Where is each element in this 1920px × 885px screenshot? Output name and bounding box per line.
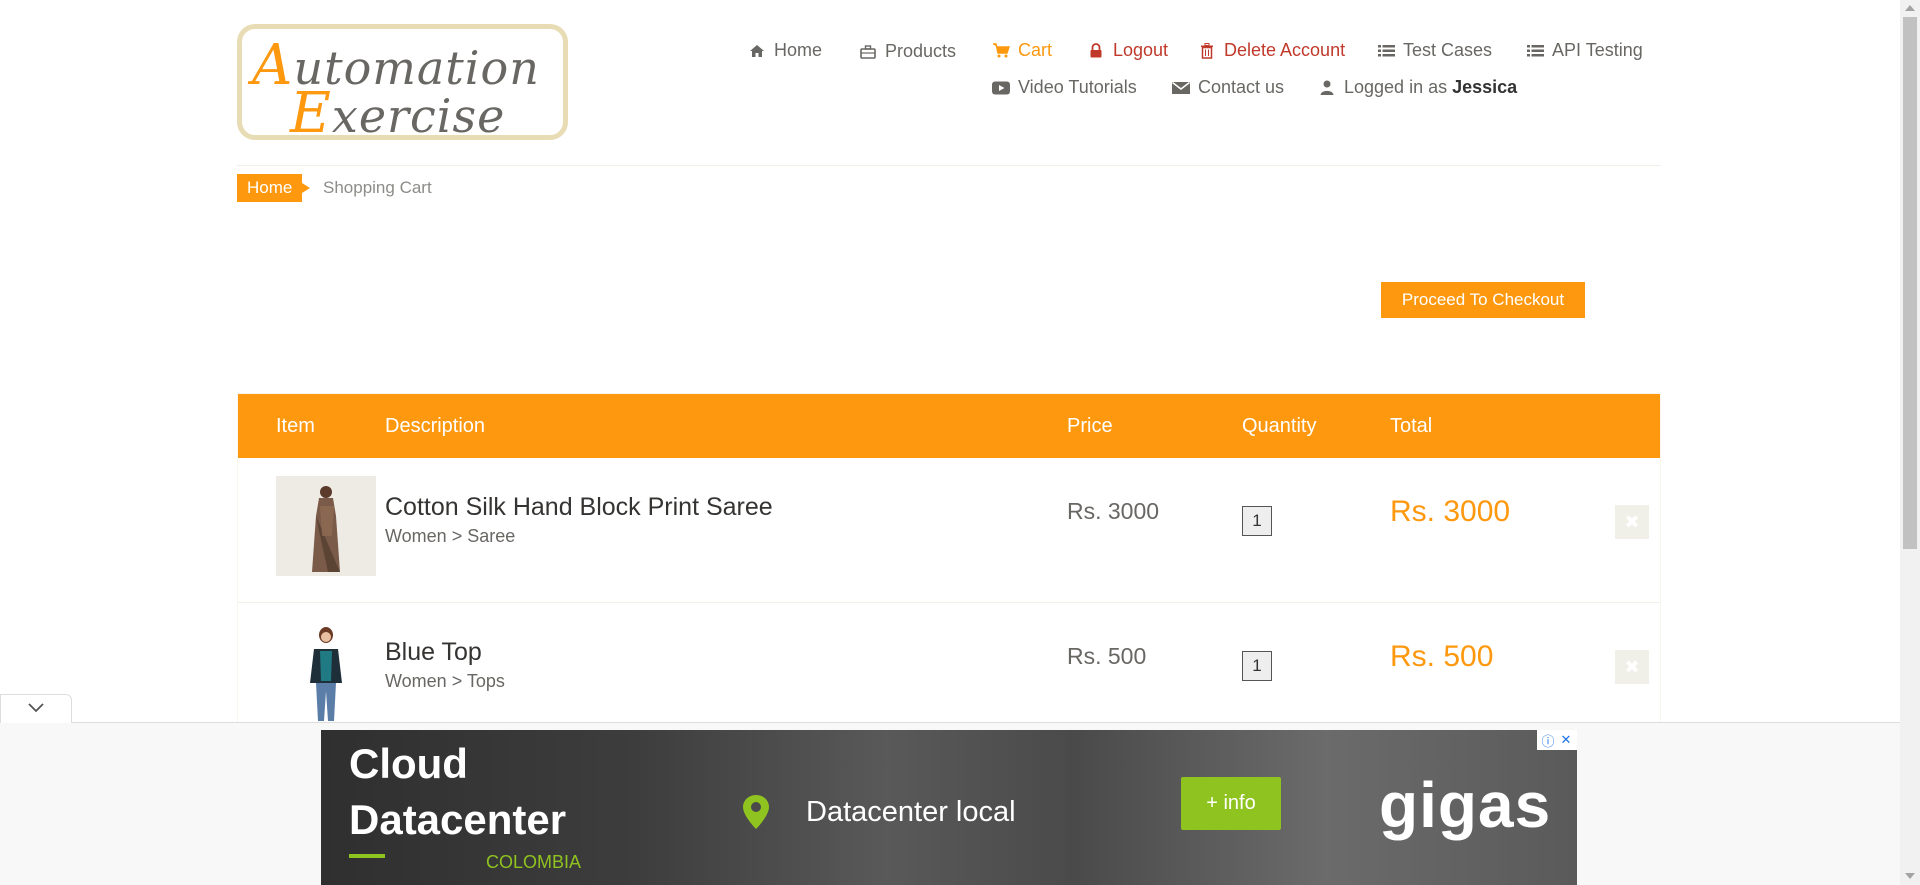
product-image-saree[interactable] <box>276 476 376 576</box>
breadcrumb-current: Shopping Cart <box>323 178 432 197</box>
page-scrollbar[interactable] <box>1900 0 1920 885</box>
table-row: Blue Top Women > Tops Rs. 500 1 Rs. 500 … <box>238 603 1660 722</box>
list-icon <box>1526 42 1544 60</box>
nav-delete-account[interactable]: Delete Account <box>1198 40 1345 61</box>
ad-banner[interactable]: Cloud Datacenter COLOMBIA Datacenter loc… <box>321 730 1577 885</box>
ad-info-button[interactable]: + info <box>1181 777 1281 830</box>
site-logo[interactable]: Automation Exercise <box>237 24 568 146</box>
close-icon: ✖ <box>1624 657 1640 677</box>
header-total: Total <box>1390 415 1433 437</box>
chevron-down-icon <box>28 700 44 718</box>
trash-icon <box>1198 42 1216 60</box>
close-icon[interactable]: ✕ <box>1558 732 1574 748</box>
nav-home[interactable]: Home <box>748 40 822 61</box>
nav-cart[interactable]: Cart <box>992 40 1052 61</box>
scroll-down-icon[interactable] <box>1905 873 1915 879</box>
list-icon <box>1377 42 1395 60</box>
ad-accent-dash <box>349 854 385 858</box>
header-price: Price <box>1067 415 1113 437</box>
ad-divider <box>0 722 1900 723</box>
location-pin-icon <box>741 794 771 835</box>
breadcrumb-home[interactable]: Home <box>237 174 311 202</box>
ad-choices[interactable]: ⓘ ✕ <box>1537 730 1577 750</box>
scroll-up-icon[interactable] <box>1905 5 1915 11</box>
product-category: Women > Tops <box>385 671 505 691</box>
quantity-display: 1 <box>1242 506 1272 536</box>
home-icon <box>748 42 766 60</box>
product-total: Rs. 500 <box>1390 640 1494 673</box>
briefcase-icon <box>859 43 877 61</box>
delete-item-button[interactable]: ✖ <box>1615 505 1649 539</box>
collapse-ad-button[interactable] <box>0 694 72 723</box>
cart-icon <box>992 42 1010 60</box>
header-quantity: Quantity <box>1242 415 1317 437</box>
product-price: Rs. 500 <box>1067 643 1147 669</box>
proceed-to-checkout-button[interactable]: Proceed To Checkout <box>1381 282 1585 318</box>
user-icon <box>1318 79 1336 97</box>
nav-products[interactable]: Products <box>859 41 956 62</box>
nav-api-testing[interactable]: API Testing <box>1526 40 1643 61</box>
table-row: Cotton Silk Hand Block Print Saree Women… <box>238 458 1660 603</box>
info-icon[interactable]: ⓘ <box>1540 732 1556 749</box>
header-item: Item <box>276 415 315 437</box>
delete-item-button[interactable]: ✖ <box>1615 650 1649 684</box>
table-header: Item Description Price Quantity Total <box>238 394 1660 458</box>
product-price: Rs. 3000 <box>1067 498 1160 524</box>
ad-brand-logo: gigas <box>1379 769 1552 841</box>
scroll-thumb[interactable] <box>1903 17 1917 549</box>
nav-logout[interactable]: Logout <box>1087 40 1168 61</box>
product-name[interactable]: Cotton Silk Hand Block Print Saree <box>385 493 773 522</box>
close-icon: ✖ <box>1624 512 1640 532</box>
product-name[interactable]: Blue Top <box>385 638 482 667</box>
product-total: Rs. 3000 <box>1390 495 1511 528</box>
product-category: Women > Saree <box>385 526 516 546</box>
nav-contact-us[interactable]: Contact us <box>1172 77 1284 98</box>
logo-text-line2: Exercise <box>290 81 506 146</box>
header-description: Description <box>385 415 486 437</box>
product-image-blue-top[interactable] <box>276 621 376 721</box>
lock-icon <box>1087 42 1105 60</box>
envelope-icon <box>1172 79 1190 97</box>
nav-video-tutorials[interactable]: Video Tutorials <box>992 77 1137 98</box>
cart-table: Item Description Price Quantity Total Co… <box>237 393 1661 723</box>
username: Jessica <box>1452 77 1518 97</box>
ad-tagline: Datacenter local <box>806 796 1016 828</box>
quantity-display: 1 <box>1242 651 1272 681</box>
logged-in-status: Logged in as Jessica <box>1318 77 1517 98</box>
nav-test-cases[interactable]: Test Cases <box>1377 40 1492 61</box>
youtube-icon <box>992 79 1010 97</box>
ad-title: Cloud Datacenter <box>349 740 567 843</box>
ad-country: COLOMBIA <box>486 852 582 872</box>
header-divider <box>237 165 1661 166</box>
